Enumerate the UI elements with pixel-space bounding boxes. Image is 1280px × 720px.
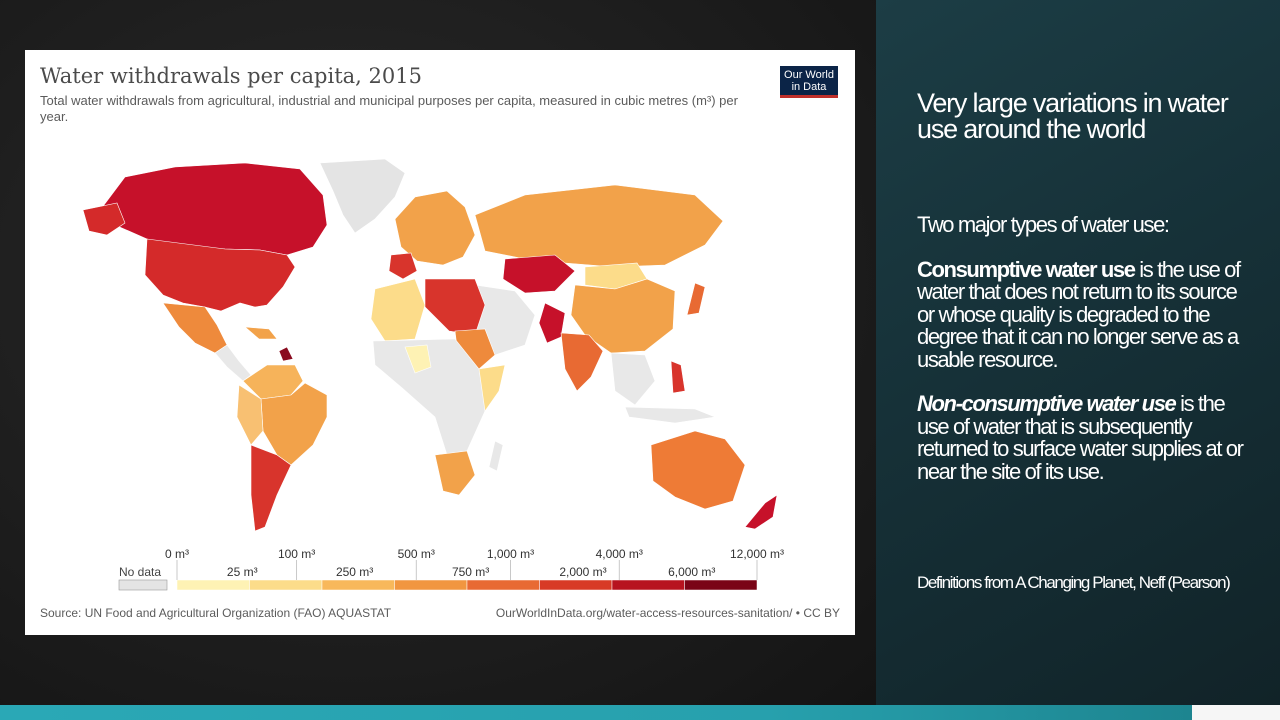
chart-source: Source: UN Food and Agricultural Organiz… <box>40 606 392 620</box>
region-japan[interactable] <box>686 282 706 316</box>
region-greenland[interactable] <box>319 158 406 234</box>
region-caribbean[interactable] <box>244 326 278 340</box>
legend-lower-tick-label: 25 m³ <box>227 565 258 579</box>
intro-text: Two major types of water use: <box>917 212 1170 237</box>
logo-line-2: in Data <box>791 81 827 93</box>
consumptive-term: Consumptive water use <box>917 256 1136 282</box>
legend-swatch <box>321 579 395 591</box>
chart-title: Water withdrawals per capita, 2015 <box>40 64 422 88</box>
chart-url-link[interactable]: OurWorldInData.org/water-access-resource… <box>496 606 840 620</box>
legend-upper-tick-label: 12,000 m³ <box>730 547 784 561</box>
nonconsumptive-term: Non-consumptive water use <box>917 391 1177 416</box>
region-madagascar[interactable] <box>488 440 504 472</box>
region-philippines[interactable] <box>670 360 686 394</box>
slide-body: Two major types of water use: Consumptiv… <box>917 212 1252 505</box>
region-guyana[interactable] <box>278 346 294 362</box>
legend-swatch <box>539 579 613 591</box>
legend-swatch <box>611 579 685 591</box>
legend-swatch <box>394 579 468 591</box>
legend-lower-tick-label: 2,000 m³ <box>559 565 606 579</box>
legend-no-data-label: No data <box>119 565 161 579</box>
world-map[interactable] <box>55 155 825 545</box>
region-pakistan[interactable] <box>538 302 566 344</box>
region-libya-egypt[interactable] <box>424 278 486 336</box>
region-australia[interactable] <box>650 430 746 510</box>
region-new-zealand[interactable] <box>744 494 778 530</box>
legend-lower-tick-label: 6,000 m³ <box>668 565 715 579</box>
chart-subtitle: Total water withdrawals from agricultura… <box>40 93 738 124</box>
owid-logo[interactable]: Our World in Data <box>780 66 838 98</box>
slide-heading: Very large variations in water use aroun… <box>917 88 1229 144</box>
legend-lower-ticks: 25 m³ 250 m³ 750 m³ 2,000 m³ 6,000 m³ <box>227 565 716 579</box>
legend-upper-tick-label: 500 m³ <box>398 547 435 561</box>
region-mexico[interactable] <box>162 302 228 354</box>
region-russia[interactable] <box>474 184 724 268</box>
map-legend: No data 0 m³ 100 m³ 500 m³ 1,000 m³ 4,000 m³… <box>118 547 784 591</box>
legend-lower-tick-label: 250 m³ <box>336 565 373 579</box>
region-central-america[interactable] <box>214 344 252 382</box>
region-southeast-asia[interactable] <box>610 352 656 406</box>
region-indonesia[interactable] <box>624 406 717 424</box>
region-canada[interactable] <box>94 162 328 256</box>
legend-swatches <box>176 579 758 591</box>
legend-no-data-swatch <box>118 579 168 591</box>
region-southern-africa[interactable] <box>434 450 476 496</box>
legend-swatch <box>176 579 250 591</box>
legend-upper-tick-label: 100 m³ <box>278 547 315 561</box>
region-alaska[interactable] <box>82 202 126 236</box>
nonconsumptive-paragraph: Non-consumptive water use is the use of … <box>917 391 1252 483</box>
legend-swatch <box>466 579 540 591</box>
legend-upper-tick-label: 1,000 m³ <box>487 547 534 561</box>
bottom-bar-tab <box>1192 705 1280 720</box>
region-north-africa[interactable] <box>370 278 426 342</box>
definitions-credit: Definitions from A Changing Planet, Neff… <box>917 573 1231 592</box>
logo-line-1: Our World <box>784 69 834 81</box>
legend-upper-tick-label: 0 m³ <box>165 547 189 561</box>
legend-upper-tick-label: 4,000 m³ <box>596 547 643 561</box>
legend-swatch <box>249 579 323 591</box>
legend-swatch <box>684 579 758 591</box>
bottom-accent-bar <box>0 705 1280 720</box>
chart-card: Water withdrawals per capita, 2015 Total… <box>25 50 855 635</box>
consumptive-paragraph: Consumptive water use is the use of wate… <box>917 256 1252 372</box>
legend-lower-tick-label: 750 m³ <box>452 565 489 579</box>
